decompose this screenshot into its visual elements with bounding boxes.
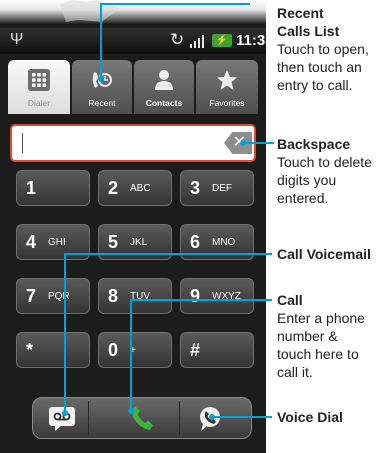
key-3[interactable]: 3 DEF bbox=[180, 170, 254, 206]
callout-dot-recent bbox=[98, 76, 104, 82]
annotation-text: number & bbox=[277, 328, 338, 344]
key-star[interactable]: * bbox=[16, 332, 90, 368]
annotation-backspace: Backspace Touch to delete digits you ent… bbox=[277, 135, 372, 207]
callout-dot-voicemail bbox=[62, 410, 68, 416]
dialpad-icon bbox=[28, 69, 50, 91]
key-digit: 1 bbox=[26, 178, 37, 198]
annotation-text: call it. bbox=[277, 364, 313, 380]
tab-dialer-label: Dialer bbox=[27, 98, 51, 108]
tab-dialer[interactable]: Dialer bbox=[8, 60, 70, 114]
key-digit: * bbox=[26, 340, 34, 360]
key-digit: 2 bbox=[108, 178, 119, 198]
phone-number-input[interactable]: ✕ bbox=[10, 124, 256, 162]
callout-line-voicemail bbox=[64, 253, 272, 255]
callout-dot-backspace bbox=[240, 140, 246, 146]
annotation-title: Recent bbox=[277, 5, 324, 21]
annotation-text: entered. bbox=[277, 190, 329, 206]
key-letters: GHI bbox=[48, 237, 66, 248]
annotation-text: touch here to bbox=[277, 346, 359, 362]
tab-favorites-label: Favorites bbox=[209, 98, 245, 108]
tab-recent[interactable]: Recent bbox=[72, 60, 132, 114]
key-digit: 0 bbox=[108, 340, 119, 360]
annotation-title: Call Voicemail bbox=[277, 246, 371, 262]
divider bbox=[88, 401, 89, 435]
divider bbox=[179, 401, 180, 435]
annotation-text: Touch to open, bbox=[277, 41, 369, 57]
annotation-title: Voice Dial bbox=[277, 409, 343, 425]
annotation-title: Calls List bbox=[277, 23, 340, 39]
annotation-text: digits you bbox=[277, 172, 337, 188]
key-letters: ABC bbox=[130, 183, 151, 194]
key-digit: 9 bbox=[190, 286, 201, 306]
callout-line-recent bbox=[100, 3, 250, 5]
key-8[interactable]: 8 TUV bbox=[98, 278, 172, 314]
key-digit: # bbox=[190, 340, 201, 360]
annotation-call: Call Enter a phone number & touch here t… bbox=[277, 291, 365, 381]
keypad: 1 2 ABC 3 DEF 4 GHI 5 JKL 6 MNO 7 PQR 8 TUV 9 WX… bbox=[16, 170, 256, 380]
annotation-recent: Recent Calls List Touch to open, then to… bbox=[277, 4, 369, 94]
annotation-title: Call bbox=[277, 292, 303, 308]
callout-line-call-drop bbox=[130, 299, 132, 411]
status-clock: 11:35 bbox=[236, 32, 266, 49]
callout-dot-call bbox=[128, 408, 134, 414]
callout-line-recent-drop bbox=[100, 3, 102, 79]
voicemail-icon bbox=[49, 407, 75, 431]
annotation-text: then touch an bbox=[277, 59, 362, 75]
annotation-text: entry to call. bbox=[277, 77, 353, 93]
tab-favorites[interactable]: Favorites bbox=[196, 60, 258, 114]
annotation-text: Touch to delete bbox=[277, 154, 372, 170]
status-bar: Ψ ↻ ⚡ 11:35 bbox=[0, 28, 266, 54]
dialer-tabs: Dialer Recent Contacts Favorites bbox=[8, 60, 258, 114]
callout-line-voicemail-drop bbox=[64, 253, 66, 413]
usb-icon: Ψ bbox=[10, 31, 24, 48]
key-2[interactable]: 2 ABC bbox=[98, 170, 172, 206]
key-1[interactable]: 1 bbox=[16, 170, 90, 206]
key-digit: 8 bbox=[108, 286, 119, 306]
signal-icon bbox=[190, 34, 204, 48]
key-digit: 4 bbox=[26, 232, 37, 252]
key-letters: MNO bbox=[212, 237, 236, 248]
key-0[interactable]: 0 + bbox=[98, 332, 172, 368]
sync-icon: ↻ bbox=[170, 30, 185, 49]
key-digit: 7 bbox=[26, 286, 37, 306]
key-hash[interactable]: # bbox=[180, 332, 254, 368]
callout-line-voice-dial bbox=[212, 416, 272, 418]
key-letters: PQR bbox=[48, 291, 70, 302]
key-digit: 6 bbox=[190, 232, 201, 252]
key-letters: JKL bbox=[130, 237, 148, 248]
annotation-title: Backspace bbox=[277, 136, 351, 152]
callout-line-backspace bbox=[243, 142, 274, 144]
annotation-text: Enter a phone bbox=[277, 310, 365, 326]
annotation-voice-dial: Voice Dial bbox=[277, 408, 343, 426]
battery-charging-icon: ⚡ bbox=[212, 34, 232, 47]
voicemail-button[interactable] bbox=[47, 404, 77, 432]
key-7[interactable]: 7 PQR bbox=[16, 278, 90, 314]
tab-contacts-label: Contacts bbox=[145, 98, 183, 108]
annotation-voicemail: Call Voicemail bbox=[277, 245, 371, 263]
key-digit: 3 bbox=[190, 178, 201, 198]
tab-recent-label: Recent bbox=[88, 98, 116, 108]
callout-line-call bbox=[130, 299, 272, 301]
phone-screen: Ψ ↻ ⚡ 11:35 Dialer Rec bbox=[0, 0, 266, 453]
person-icon bbox=[155, 70, 173, 90]
key-letters: DEF bbox=[212, 183, 232, 194]
key-digit: 5 bbox=[108, 232, 119, 252]
star-icon bbox=[217, 70, 237, 90]
key-9[interactable]: 9 WXYZ bbox=[180, 278, 254, 314]
callout-dot-voice-dial bbox=[209, 414, 215, 420]
tab-contacts[interactable]: Contacts bbox=[134, 60, 194, 114]
text-caret bbox=[22, 133, 23, 153]
